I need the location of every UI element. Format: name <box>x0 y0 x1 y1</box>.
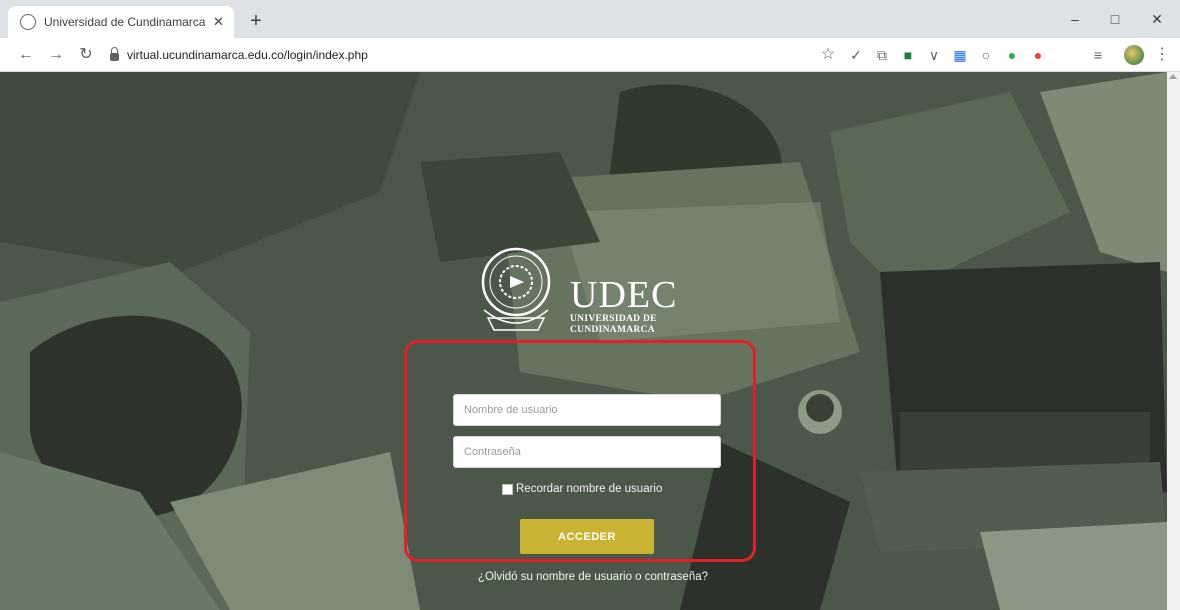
browser-toolbar: ← → ↻ virtual.ucundinamarca.edu.co/login… <box>0 38 1180 72</box>
login-page: UDEC UNIVERSIDAD DE CUNDINAMARCA Recorda… <box>0 72 1180 610</box>
tab-close-icon[interactable]: ✕ <box>211 14 226 30</box>
profile-avatar[interactable] <box>1124 45 1144 65</box>
forward-icon[interactable]: → <box>44 43 68 67</box>
copy-icon[interactable]: ⧉ <box>874 47 890 63</box>
green-square-icon[interactable]: ■ <box>900 47 916 63</box>
multicolor-icon[interactable]: ● <box>1004 47 1020 63</box>
scroll-up-icon[interactable] <box>1169 74 1177 79</box>
calendar-icon[interactable]: ▦ <box>952 47 968 63</box>
checkmark-icon[interactable]: ✓ <box>848 47 864 63</box>
university-seal-icon <box>481 247 551 331</box>
remember-username-checkbox[interactable]: Recordar nombre de usuario <box>502 483 662 495</box>
browser-menu-icon[interactable]: ⋮ <box>1152 43 1172 67</box>
window-maximize-button[interactable]: □ <box>1092 6 1138 32</box>
window-close-button[interactable]: ✕ <box>1134 6 1180 32</box>
reading-list-icon[interactable]: ≡ <box>1090 47 1106 63</box>
new-tab-button[interactable]: + <box>244 10 268 34</box>
url-text[interactable]: virtual.ucundinamarca.edu.co/login/index… <box>127 48 368 62</box>
back-icon[interactable]: ← <box>14 43 38 67</box>
forgot-credentials-link[interactable]: ¿Olvidó su nombre de usuario o contraseñ… <box>458 571 728 583</box>
username-input[interactable] <box>453 394 721 426</box>
login-button[interactable]: ACCEDER <box>520 519 654 554</box>
red-circle-icon[interactable]: ● <box>1030 47 1046 63</box>
bookmark-star-icon[interactable]: ☆ <box>816 43 840 67</box>
logo-brand: UDEC <box>570 274 678 316</box>
tab-title: Universidad de Cundinamarca • <box>44 15 205 29</box>
circle-icon[interactable]: ○ <box>978 47 994 63</box>
lock-icon[interactable] <box>110 47 119 61</box>
reload-icon[interactable]: ↻ <box>74 43 98 67</box>
remember-username-label[interactable]: Recordar nombre de usuario <box>516 483 662 495</box>
password-input[interactable] <box>453 436 721 468</box>
browser-tab-strip: Universidad de Cundinamarca • ✕ + – □ ✕ <box>0 0 1180 38</box>
address-bar[interactable]: virtual.ucundinamarca.edu.co/login/index… <box>106 42 818 68</box>
pocket-icon[interactable]: ∨ <box>926 47 942 63</box>
udec-logo: UDEC UNIVERSIDAD DE CUNDINAMARCA <box>478 240 708 340</box>
vertical-scrollbar[interactable] <box>1167 72 1180 610</box>
logo-wordmark: UDEC UNIVERSIDAD DE CUNDINAMARCA <box>570 276 677 336</box>
browser-tab[interactable]: Universidad de Cundinamarca • ✕ <box>8 6 234 38</box>
logo-line-2: CUNDINAMARCA <box>570 325 655 335</box>
globe-icon <box>20 14 36 30</box>
checkbox-box[interactable] <box>502 483 513 495</box>
